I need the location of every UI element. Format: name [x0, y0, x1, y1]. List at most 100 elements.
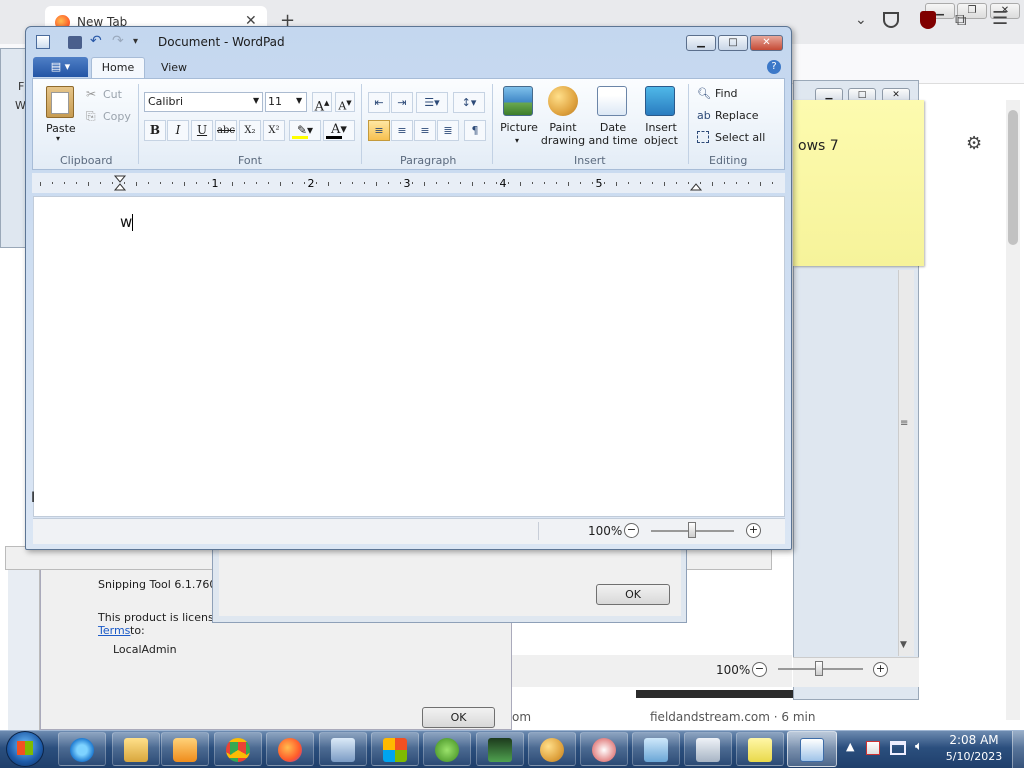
paragraph-dialog-button[interactable]: ¶	[464, 120, 486, 141]
snipping-tool-icon[interactable]	[592, 738, 616, 762]
chevron-down-icon[interactable]: ▼	[253, 96, 259, 105]
bullets-button[interactable]: ☰▾	[416, 92, 448, 113]
license-terms-link[interactable]: Terms	[98, 624, 130, 637]
application-menu-button[interactable]: ▤ ▾	[33, 57, 88, 77]
calculator-icon[interactable]	[696, 738, 720, 762]
date-time-button[interactable]: Date and time	[588, 121, 638, 147]
align-center-button[interactable]: ≡	[391, 120, 413, 141]
network-icon[interactable]	[890, 741, 906, 755]
wordpad-maximize-button[interactable]: □	[718, 35, 748, 51]
select-all-button[interactable]: Select all	[715, 131, 765, 144]
justify-button[interactable]: ≣	[437, 120, 459, 141]
action-center-icon[interactable]	[866, 741, 880, 755]
paint-drawing-button[interactable]: Paint drawing	[540, 121, 586, 147]
clock-date[interactable]: 5/10/2023	[944, 750, 1004, 763]
menu-icon[interactable]: ☰	[992, 8, 1008, 29]
align-right-button[interactable]: ≡	[414, 120, 436, 141]
scroll-down-icon[interactable]: ▼	[900, 640, 907, 650]
wordpad-minimize-button[interactable]: ▁	[686, 35, 716, 51]
zoom-slider-thumb[interactable]	[815, 661, 823, 676]
paste-button[interactable]: Paste	[46, 122, 76, 135]
firefox-icon[interactable]	[278, 738, 302, 762]
gear-icon[interactable]: ⚙	[966, 133, 982, 154]
ublock-icon[interactable]	[920, 11, 936, 29]
underline-button[interactable]: U	[191, 120, 213, 141]
picture-icon[interactable]	[503, 86, 533, 116]
paste-dropdown-icon[interactable]: ▾	[56, 134, 60, 143]
list-tabs-chevron-icon[interactable]: ⌄	[855, 12, 867, 28]
bold-button[interactable]: B	[144, 120, 166, 141]
save-icon[interactable]	[68, 36, 82, 49]
wordpad-title-bar[interactable]	[26, 27, 791, 57]
insert-object-button[interactable]: Insert object	[640, 121, 682, 147]
windows7-icon[interactable]	[435, 738, 459, 762]
chevron-down-icon[interactable]: ▼	[296, 96, 302, 105]
paint-taskbar-icon[interactable]	[540, 738, 564, 762]
picture-dropdown-icon[interactable]: ▾	[515, 136, 519, 145]
line-spacing-button[interactable]: ↕▾	[453, 92, 485, 113]
show-hidden-icons-icon[interactable]: ▲	[846, 740, 854, 753]
picture-button[interactable]: Picture	[499, 121, 539, 134]
zoom-in-button[interactable]: +	[746, 523, 761, 538]
zoom-slider-thumb[interactable]	[688, 522, 696, 538]
sticky-scrollbar[interactable]	[898, 270, 914, 656]
superscript-button[interactable]: X²	[263, 120, 285, 141]
increase-indent-button[interactable]: ⇥	[391, 92, 413, 113]
redo-icon[interactable]: ↷	[112, 33, 124, 49]
pocket-icon[interactable]	[883, 12, 899, 28]
clock-time[interactable]: 2:08 AM	[944, 733, 1004, 747]
strikethrough-button[interactable]: abc	[215, 120, 237, 141]
font-family-select[interactable]: Calibri	[144, 92, 263, 112]
align-left-button[interactable]: ≡	[368, 120, 390, 141]
replace-button[interactable]: Replace	[715, 109, 759, 122]
shrink-font-button[interactable]: A▼	[335, 92, 355, 113]
chrome-icon[interactable]	[226, 738, 250, 762]
wordpad-app-icon[interactable]	[36, 35, 50, 49]
italic-button[interactable]: I	[167, 120, 189, 141]
grow-font-button[interactable]: A▲	[312, 92, 332, 114]
calendar-icon[interactable]	[597, 86, 627, 116]
copy-icon[interactable]: ⎘	[86, 109, 96, 124]
notepad-icon[interactable]	[644, 738, 668, 762]
cut-button[interactable]: Cut	[103, 88, 122, 101]
ruler-marks[interactable]: 1 2 3 4 5	[32, 173, 785, 193]
find-button[interactable]: Find	[715, 87, 738, 100]
sticky-note[interactable]	[793, 100, 924, 266]
select-all-icon[interactable]	[697, 131, 709, 143]
zoom-in-button[interactable]: +	[873, 662, 888, 677]
rdp-icon[interactable]	[331, 738, 355, 762]
sticky-notes-icon[interactable]	[748, 738, 772, 762]
media-center-icon[interactable]	[173, 738, 197, 762]
scrollbar-grip-icon[interactable]: ≡	[900, 418, 908, 429]
tab-view[interactable]: View	[150, 58, 198, 78]
ie-icon[interactable]	[70, 738, 94, 762]
windows-update-icon[interactable]	[383, 738, 407, 762]
subscript-button[interactable]: X₂	[239, 120, 261, 141]
paste-sheet-icon[interactable]	[51, 92, 69, 114]
customize-quick-access-icon[interactable]: ▾	[133, 36, 138, 47]
zoom-out-button[interactable]: −	[624, 523, 639, 538]
about-ok-button[interactable]: OK	[422, 707, 495, 728]
dialog-ok-button[interactable]: OK	[596, 584, 670, 605]
document-area[interactable]	[33, 196, 785, 517]
zoom-out-button[interactable]: −	[752, 662, 767, 677]
copy-button[interactable]: Copy	[103, 110, 131, 123]
replace-icon[interactable]: ab	[697, 109, 711, 122]
tab-home[interactable]: Home	[91, 57, 145, 79]
undo-icon[interactable]: ↶	[90, 33, 102, 49]
find-icon[interactable]: 🔍︎	[697, 87, 711, 100]
firefox-scrollbar-thumb[interactable]	[1008, 110, 1018, 245]
decrease-indent-button[interactable]: ⇤	[368, 92, 390, 113]
explorer-icon[interactable]	[124, 738, 148, 762]
insert-object-icon[interactable]	[645, 86, 675, 116]
resource-monitor-icon[interactable]	[488, 738, 512, 762]
wordpad-icon[interactable]	[800, 738, 824, 762]
windows-start-icon[interactable]	[17, 741, 33, 755]
paint-icon[interactable]	[548, 86, 578, 116]
help-icon[interactable]: ?	[767, 60, 781, 74]
cut-icon[interactable]: ✂	[86, 87, 96, 101]
document-text[interactable]: w	[120, 213, 132, 231]
show-desktop-button[interactable]	[1012, 731, 1024, 768]
wordpad-close-button[interactable]: ✕	[750, 35, 783, 51]
extensions-icon[interactable]: ⧉	[955, 10, 966, 30]
